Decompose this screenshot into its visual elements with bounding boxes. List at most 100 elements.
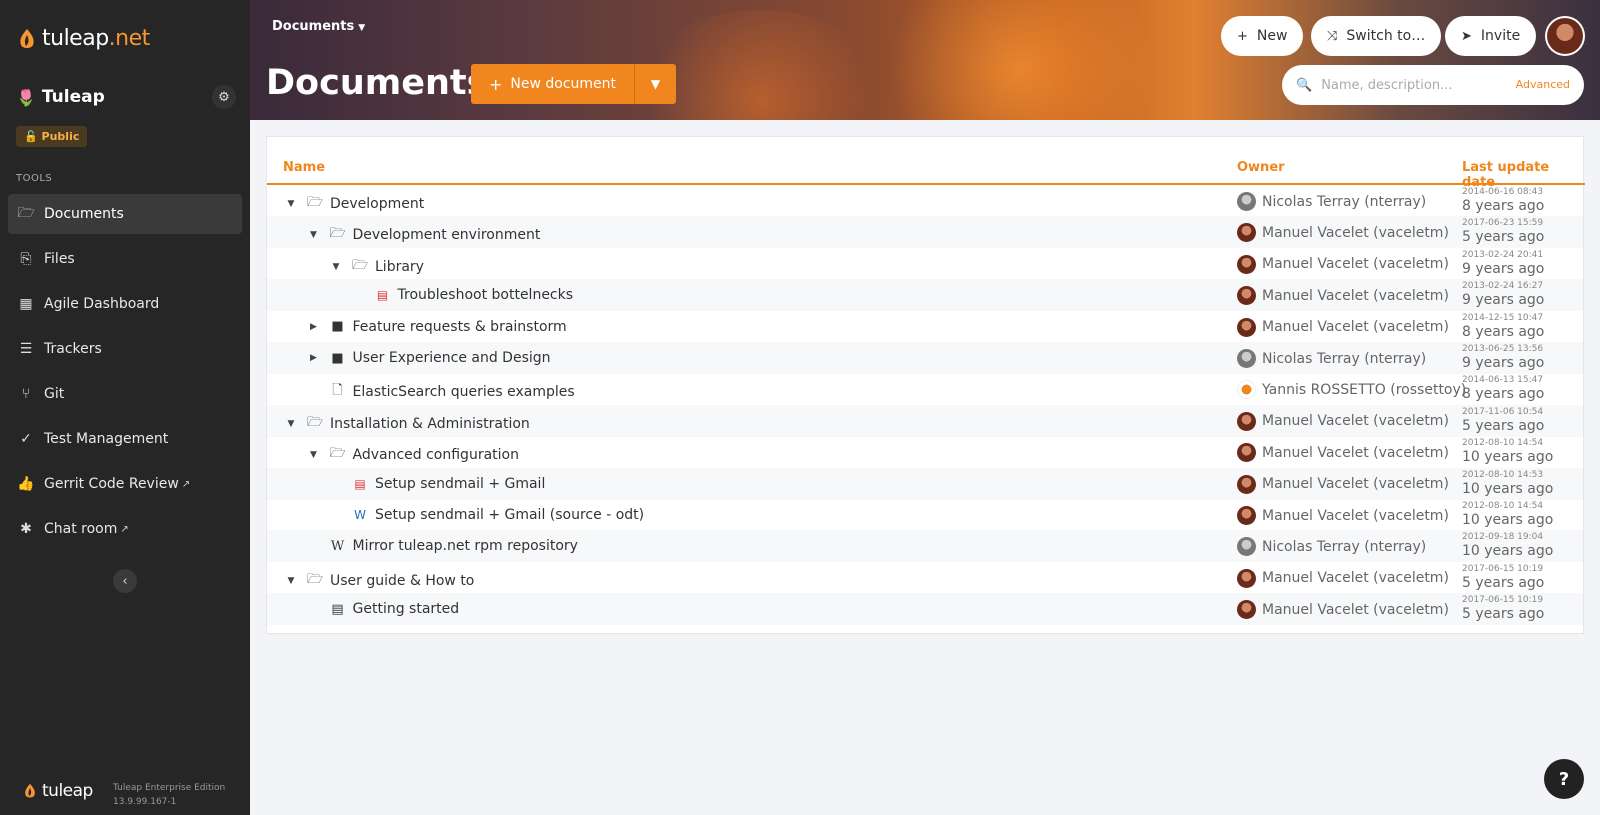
relative-date: 5 years ago [1462, 574, 1545, 591]
sidebar-item-documents[interactable]: 🗁 Documents [8, 194, 242, 234]
document-name[interactable]: Mirror tuleap.net rpm repository [353, 538, 578, 554]
owner-name[interactable]: Manuel Vacelet (vaceletm) [1262, 319, 1449, 335]
owner-name[interactable]: Nicolas Terray (nterray) [1262, 194, 1426, 210]
owner-name[interactable]: Manuel Vacelet (vaceletm) [1262, 602, 1449, 618]
relative-date: 9 years ago [1462, 355, 1545, 371]
new-document-dropdown-button[interactable]: ▼ [634, 64, 677, 104]
document-name[interactable]: Feature requests & brainstorm [353, 319, 567, 335]
switch-to-button[interactable]: ⤨ Switch to… [1311, 16, 1442, 56]
git-icon: ⑂ [21, 386, 31, 402]
sidebar-item-git[interactable]: ⑂ Git [8, 374, 242, 414]
owner-name[interactable]: Manuel Vacelet (vaceletm) [1262, 256, 1449, 272]
exact-date: 2012-08-10 14:53 [1462, 469, 1544, 480]
owner-name[interactable]: Manuel Vacelet (vaceletm) [1262, 288, 1449, 304]
caret-down-icon[interactable]: ▼ [306, 230, 322, 240]
table-row[interactable]: ▼ 🗁 User guide & How to Manuel Vacelet (vac… [267, 562, 1583, 594]
avatar [1237, 223, 1256, 243]
caret-right-icon[interactable]: ▶ [306, 322, 322, 332]
search-input[interactable] [1321, 77, 1512, 93]
sidebar-item-test-management[interactable]: ✓ Test Management [8, 419, 242, 459]
owner-name[interactable]: Manuel Vacelet (vaceletm) [1262, 476, 1449, 492]
document-name[interactable]: Library [375, 259, 424, 275]
table-row[interactable]: ▤ Setup sendmail + Gmail Manuel Vacelet (v… [267, 467, 1583, 500]
document-name[interactable]: ElasticSearch queries examples [353, 384, 575, 400]
table-row[interactable]: ▼ 🗁 Development environment Manuel Vacelet … [267, 216, 1583, 249]
plus-icon: + [489, 74, 503, 94]
invite-button[interactable]: ➤ Invite [1445, 16, 1537, 56]
sidebar-item-agile-dashboard[interactable]: ▦ Agile Dashboard [8, 284, 242, 324]
collapse-sidebar-button[interactable]: ‹ [113, 569, 137, 593]
table-row[interactable]: ▼ 🗁 Advanced configuration Manuel Vacelet (… [267, 436, 1583, 468]
owner-name[interactable]: Manuel Vacelet (vaceletm) [1262, 508, 1449, 524]
caret-down-icon: ▼ [358, 23, 366, 33]
user-avatar[interactable] [1545, 16, 1585, 56]
owner-name[interactable]: Manuel Vacelet (vaceletm) [1262, 570, 1449, 586]
wiki-icon: W [330, 538, 345, 554]
table-row[interactable]: ▼ 🗁 Development Nicolas Terray (nterray) 201… [267, 185, 1583, 217]
table-row[interactable]: 🗋 ElasticSearch queries examples Yannis RO… [267, 373, 1583, 405]
last-update-cell: 2012-09-18 19:04 10 years ago [1462, 532, 1553, 559]
owner-cell: Manuel Vacelet (vaceletm) [1237, 600, 1449, 620]
owner-name[interactable]: Manuel Vacelet (vaceletm) [1262, 445, 1449, 461]
chevron-left-icon: ‹ [122, 573, 128, 589]
sidebar-item-chat-room[interactable]: ✱ Chat room ↗ [8, 509, 242, 549]
document-name[interactable]: Setup sendmail + Gmail [375, 476, 545, 492]
owner-name[interactable]: Nicolas Terray (nterray) [1262, 539, 1426, 555]
document-name[interactable]: Advanced configuration [353, 447, 519, 463]
table-row[interactable]: ▤ Troubleshoot bottelnecks Manuel Vacelet … [267, 279, 1583, 312]
document-name-cell: ▤ Troubleshoot bottelnecks [351, 287, 574, 303]
sidebar-item-files[interactable]: ⎘ Files [8, 239, 242, 279]
document-name[interactable]: Installation & Administration [330, 416, 530, 432]
owner-cell: Nicolas Terray (nterray) [1237, 537, 1426, 557]
owner-name[interactable]: Nicolas Terray (nterray) [1262, 351, 1426, 367]
sidebar-item-trackers[interactable]: ☰ Trackers [8, 329, 242, 369]
document-name[interactable]: Setup sendmail + Gmail (source - odt) [375, 507, 644, 523]
sidebar-item-gerrit-code-review[interactable]: 👍 Gerrit Code Review ↗ [8, 464, 242, 504]
thumbs-up-icon: 👍 [17, 476, 35, 492]
owner-name[interactable]: Manuel Vacelet (vaceletm) [1262, 413, 1449, 429]
caret-down-icon[interactable]: ▼ [283, 199, 299, 209]
document-name-cell: ▼ 🗁 Advanced configuration [306, 444, 519, 466]
new-document-group: + New document ▼ [471, 64, 677, 104]
folder-open-icon: 🗁 [352, 257, 369, 273]
document-name[interactable]: User Experience and Design [353, 350, 551, 366]
caret-down-icon[interactable]: ▼ [283, 419, 299, 429]
table-row[interactable]: ▼ 🗁 Library Manuel Vacelet (vaceletm) 2013-0… [267, 248, 1583, 280]
document-name[interactable]: Development [330, 196, 424, 212]
project-tulip-icon: 🌷 [16, 87, 36, 107]
avatar [1237, 506, 1256, 525]
project-header[interactable]: 🌷 Tuleap ⚙ [16, 85, 236, 109]
list-icon: ☰ [19, 341, 33, 357]
tuleap-flame-icon [20, 28, 34, 48]
tuleap-flame-icon [25, 783, 35, 798]
new-document-button[interactable]: + New document [471, 64, 635, 104]
caret-down-icon[interactable]: ▼ [306, 450, 322, 460]
owner-name[interactable]: Manuel Vacelet (vaceletm) [1262, 225, 1449, 241]
new-button[interactable]: + New [1221, 16, 1304, 56]
document-name-cell: ▼ 🗁 Development environment [306, 224, 541, 246]
caret-down-icon[interactable]: ▼ [328, 262, 344, 272]
tuleap-logo[interactable]: tuleap.net [16, 26, 150, 51]
table-row[interactable]: ▶ ■ Feature requests & brainstorm Manuel Va… [267, 311, 1583, 343]
caret-right-icon[interactable]: ▶ [306, 353, 322, 363]
table-row[interactable]: ▶ ■ User Experience and Design Nicolas Terr… [267, 342, 1583, 374]
sidebar-item-label: Documents [44, 206, 124, 222]
document-name[interactable]: Troubleshoot bottelnecks [398, 287, 574, 303]
document-name[interactable]: Getting started [353, 601, 460, 617]
document-name[interactable]: Development environment [353, 227, 541, 243]
table-row[interactable]: W Mirror tuleap.net rpm repository Nicolas… [267, 530, 1583, 563]
breadcrumb[interactable]: Documents ▼ [272, 19, 365, 34]
avatar [1237, 568, 1256, 588]
owner-name[interactable]: Yannis ROSSETTO (rossettoy) [1262, 382, 1466, 398]
advanced-search-link[interactable]: Advanced [1516, 78, 1570, 91]
help-button[interactable]: ? [1544, 759, 1584, 799]
table-row[interactable]: ▤ Getting started Manuel Vacelet (vaceletm… [267, 593, 1583, 626]
gear-icon[interactable]: ⚙ [212, 85, 236, 109]
project-name[interactable]: Tuleap [42, 87, 105, 107]
document-name[interactable]: User guide & How to [330, 573, 474, 589]
table-row[interactable]: ▼ 🗁 Installation & Administration Manuel Va… [267, 404, 1583, 437]
table-row[interactable]: W Setup sendmail + Gmail (source - odt) Ma… [267, 499, 1583, 531]
caret-down-icon[interactable]: ▼ [283, 576, 299, 586]
chat-icon: ✱ [20, 521, 32, 537]
avatar [1237, 254, 1256, 274]
